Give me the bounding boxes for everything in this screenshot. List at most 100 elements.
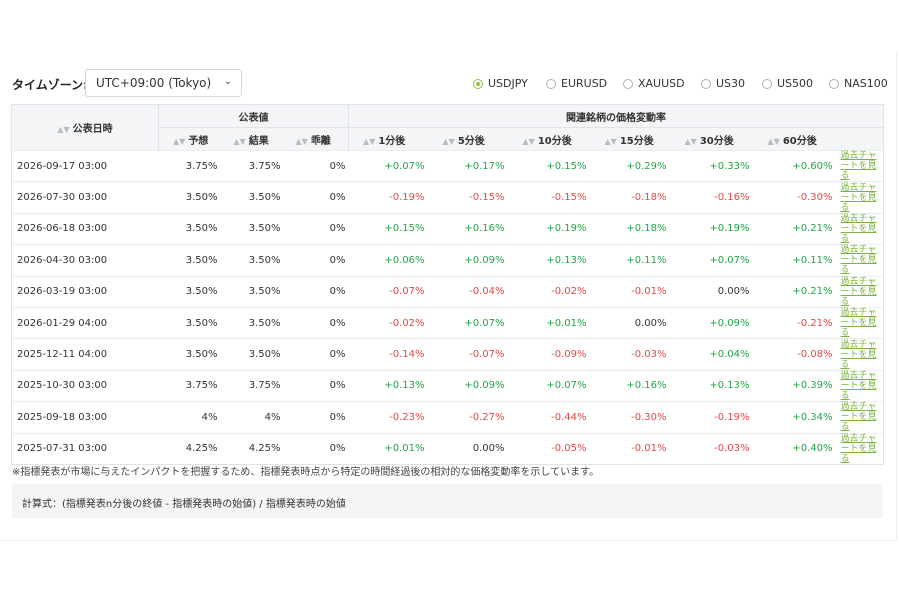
cell-change-m60: +0.39%	[753, 369, 837, 402]
cell-change-m30: +0.09%	[670, 306, 754, 339]
cell-change-m60: +0.21%	[753, 212, 837, 245]
column-header-chart	[836, 127, 884, 151]
cell-change-m15: +0.18%	[590, 212, 671, 245]
cell-deviation: 0%	[283, 275, 349, 308]
cell-forecast: 3.75%	[158, 149, 221, 182]
cell-change-m1: +0.13%	[348, 369, 429, 402]
group-header-published: 公表値	[157, 104, 349, 128]
timezone-select[interactable]: UTC+09:00 (Tokyo) ⌄	[85, 69, 242, 97]
cell-change-m60: +0.60%	[753, 149, 837, 182]
cell-change-m1: -0.23%	[348, 401, 429, 434]
cell-change-m1: +0.06%	[348, 244, 429, 277]
sort-icon: ▲▼	[604, 136, 617, 146]
cell-date: 2026-09-17 03:00	[11, 149, 159, 182]
cell-change-m5: -0.04%	[428, 275, 509, 308]
cell-change-m10: +0.07%	[508, 369, 591, 402]
cell-change-m30: +0.07%	[670, 244, 754, 277]
cell-change-m5: +0.07%	[428, 306, 509, 339]
radio-usdjpy[interactable]: USDJPY	[473, 77, 528, 90]
cell-change-m5: +0.16%	[428, 212, 509, 245]
past-chart-link[interactable]: 過去チャートを見る	[836, 401, 884, 434]
cell-change-m5: +0.09%	[428, 369, 509, 402]
column-header-actual[interactable]: ▲▼ 結果	[220, 127, 284, 151]
cell-actual: 3.75%	[220, 369, 284, 402]
column-header-deviation[interactable]: ▲▼ 乖離	[283, 127, 349, 151]
table-row: 2025-10-30 03:00 3.75% 3.75% 0% +0.13% +0.09%…	[11, 369, 884, 402]
cell-change-m30: -0.19%	[670, 401, 754, 434]
cell-change-m30: +0.33%	[670, 149, 754, 182]
cell-deviation: 0%	[283, 369, 349, 402]
past-chart-link[interactable]: 過去チャートを見る	[836, 149, 884, 182]
sort-icon: ▲▼	[767, 136, 780, 146]
table-body: 2026-09-17 03:00 3.75% 3.75% 0% +0.07% +0.17%…	[11, 149, 884, 465]
column-header-forecast[interactable]: ▲▼ 予想	[158, 127, 221, 151]
cell-change-m30: +0.19%	[670, 212, 754, 245]
cell-actual: 3.50%	[220, 244, 284, 277]
column-header-60min[interactable]: ▲▼ 60分後	[753, 127, 837, 151]
cell-actual: 4%	[220, 401, 284, 434]
table-row: 2025-09-18 03:00 4% 4% 0% -0.23% -0.27% -0.44%…	[11, 401, 884, 434]
column-header-10min[interactable]: ▲▼ 10分後	[508, 127, 591, 151]
past-chart-link[interactable]: 過去チャートを見る	[836, 244, 884, 277]
cell-forecast: 4%	[158, 401, 221, 434]
cell-change-m1: -0.07%	[348, 275, 429, 308]
cell-actual: 3.75%	[220, 149, 284, 182]
cell-deviation: 0%	[283, 244, 349, 277]
timezone-value: UTC+09:00 (Tokyo)	[96, 76, 212, 90]
table-row: 2025-07-31 03:00 4.25% 4.25% 0% +0.01% 0.00% -…	[11, 432, 884, 465]
radio-label: NAS100	[844, 77, 888, 90]
cell-forecast: 4.25%	[158, 432, 221, 465]
radio-label: XAUUSD	[638, 77, 685, 90]
radio-eurusd[interactable]: EURUSD	[546, 77, 607, 90]
footnote: ※指標発表が市場に与えたインパクトを把握するため、指標発表時点から特定の時間経過…	[12, 467, 600, 478]
column-header-5min[interactable]: ▲▼ 5分後	[428, 127, 509, 151]
cell-date: 2026-06-18 03:00	[11, 212, 159, 245]
column-header-1min[interactable]: ▲▼ 1分後	[348, 127, 429, 151]
cell-change-m30: +0.04%	[670, 338, 754, 371]
cell-date: 2025-12-11 04:00	[11, 338, 159, 371]
cell-change-m30: 0.00%	[670, 275, 754, 308]
sort-icon: ▲▼	[173, 136, 186, 146]
group-header-impact: 関連銘柄の価格変動率	[348, 104, 884, 128]
cell-actual: 3.50%	[220, 181, 284, 214]
cell-deviation: 0%	[283, 212, 349, 245]
cell-change-m5: +0.09%	[428, 244, 509, 277]
cell-change-m10: +0.13%	[508, 244, 591, 277]
sort-icon: ▲▼	[57, 125, 70, 134]
cell-change-m10: -0.02%	[508, 275, 591, 308]
radio-us30[interactable]: US30	[701, 77, 745, 90]
past-chart-link[interactable]: 過去チャートを見る	[836, 212, 884, 245]
past-chart-link[interactable]: 過去チャートを見る	[836, 338, 884, 371]
past-chart-link[interactable]: 過去チャートを見る	[836, 432, 884, 465]
cell-actual: 3.50%	[220, 338, 284, 371]
column-header-30min[interactable]: ▲▼ 30分後	[670, 127, 754, 151]
cell-forecast: 3.50%	[158, 306, 221, 339]
cell-date: 2025-07-31 03:00	[11, 432, 159, 465]
table-row: 2026-04-30 03:00 3.50% 3.50% 0% +0.06% +0.09%…	[11, 244, 884, 277]
sort-icon: ▲▼	[363, 136, 376, 146]
column-header-15min[interactable]: ▲▼ 15分後	[590, 127, 671, 151]
radio-us500[interactable]: US500	[762, 77, 813, 90]
column-header-date[interactable]: ▲▼ 公表日時	[11, 104, 159, 151]
cell-change-m60: -0.21%	[753, 306, 837, 339]
cell-change-m1: +0.07%	[348, 149, 429, 182]
sort-icon: ▲▼	[233, 136, 246, 146]
past-chart-link[interactable]: 過去チャートを見る	[836, 306, 884, 339]
radio-button-icon	[623, 78, 633, 89]
radio-button-icon	[546, 78, 556, 89]
cell-change-m15: +0.29%	[590, 149, 671, 182]
past-chart-link[interactable]: 過去チャートを見る	[836, 275, 884, 308]
cell-change-m30: -0.16%	[670, 181, 754, 214]
past-chart-link[interactable]: 過去チャートを見る	[836, 369, 884, 402]
cell-change-m5: -0.07%	[428, 338, 509, 371]
cell-change-m15: -0.03%	[590, 338, 671, 371]
cell-change-m1: -0.14%	[348, 338, 429, 371]
cell-deviation: 0%	[283, 401, 349, 434]
table-row: 2026-09-17 03:00 3.75% 3.75% 0% +0.07% +0.17%…	[11, 149, 884, 182]
sort-icon: ▲▼	[522, 136, 535, 146]
cell-forecast: 3.50%	[158, 181, 221, 214]
past-chart-link[interactable]: 過去チャートを見る	[836, 181, 884, 214]
radio-nas100[interactable]: NAS100	[829, 77, 888, 90]
radio-xauusd[interactable]: XAUUSD	[623, 77, 685, 90]
cell-change-m5: -0.27%	[428, 401, 509, 434]
